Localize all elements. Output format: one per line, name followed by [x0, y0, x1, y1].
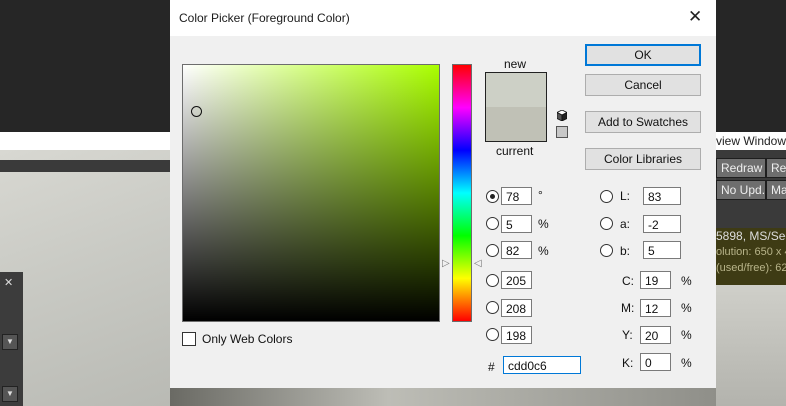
cancel-button[interactable]: Cancel [585, 74, 701, 96]
brightness-input[interactable]: 82 [501, 241, 532, 259]
render-speed-text: 5898, MS/Sec [716, 229, 786, 243]
cyan-label: C: [622, 274, 634, 288]
saturation-input[interactable]: 5 [501, 215, 532, 233]
preview-window-title: view Window [716, 134, 786, 148]
lightness-label: L: [620, 189, 631, 203]
current-color-swatch[interactable] [486, 107, 546, 141]
hex-input[interactable]: cdd0c6 [503, 356, 581, 374]
render-memory-text: (used/free): 62 [716, 262, 786, 274]
red-radio[interactable] [486, 274, 499, 287]
black-label: K: [622, 356, 634, 370]
hue-unit: ° [538, 188, 543, 202]
panel-close-icon[interactable]: ✕ [4, 276, 13, 289]
color-swatch [485, 72, 547, 142]
black-input[interactable]: 0 [640, 353, 671, 371]
gamut-cube-icon[interactable] [557, 110, 567, 121]
brightness-unit: % [538, 244, 549, 258]
lightness-input[interactable]: 83 [643, 187, 681, 205]
dialog-title: Color Picker (Foreground Color) [179, 11, 350, 25]
render-viewport-right [716, 285, 786, 406]
hue-slider[interactable] [452, 64, 472, 322]
yellow-unit: % [681, 328, 692, 342]
hex-label: # [488, 360, 495, 374]
cyan-input[interactable]: 19 [640, 271, 671, 289]
new-color-swatch [486, 73, 546, 107]
ok-button[interactable]: OK [585, 44, 701, 66]
app-menu-strip [0, 132, 170, 150]
red-input[interactable]: 205 [501, 271, 532, 289]
add-to-swatches-button[interactable]: Add to Swatches [585, 111, 701, 133]
render-viewport-left [0, 150, 170, 406]
only-web-colors-checkbox[interactable] [182, 332, 196, 346]
current-label: current [496, 144, 534, 158]
lightness-radio[interactable] [600, 190, 613, 203]
magenta-input[interactable]: 12 [640, 299, 671, 317]
a-channel-label: a: [620, 217, 631, 231]
panel-dropdown-icon[interactable]: ▼ [2, 334, 18, 350]
hue-slider-right-arrow-icon[interactable]: ◁ [474, 259, 482, 269]
render-viewport-bottom [170, 388, 716, 406]
yellow-label: Y: [622, 328, 633, 342]
a-channel-input[interactable]: -2 [643, 215, 681, 233]
dialog-client: ▷ ◁ new current OK Cancel Add to Swatche… [170, 36, 716, 388]
re-button[interactable]: Re [766, 158, 786, 178]
redraw-button[interactable]: Redraw [716, 158, 766, 178]
b-channel-input[interactable]: 5 [643, 241, 681, 259]
magenta-label: M: [621, 301, 635, 315]
green-radio[interactable] [486, 301, 499, 314]
color-picker-dialog: Color Picker (Foreground Color) ✕ ▷ ◁ ne… [170, 0, 716, 388]
only-web-colors-label[interactable]: Only Web Colors [202, 332, 292, 346]
blue-input[interactable]: 198 [501, 326, 532, 344]
magenta-unit: % [681, 301, 692, 315]
web-safe-color-icon[interactable] [556, 126, 568, 138]
mat-button[interactable]: Mat [766, 180, 786, 200]
saturation-unit: % [538, 217, 549, 231]
hue-radio[interactable] [486, 190, 499, 203]
side-panel: ✕ ▼ ▼ [0, 272, 23, 406]
render-resolution-text: olution: 650 x 4 [716, 246, 786, 258]
no-update-button[interactable]: No Upd. [716, 180, 766, 200]
hue-input[interactable]: 78 [501, 187, 532, 205]
new-label: new [504, 57, 527, 71]
color-libraries-button[interactable]: Color Libraries [585, 148, 701, 170]
panel-dropdown-icon[interactable]: ▼ [2, 386, 18, 402]
dialog-titlebar: Color Picker (Foreground Color) ✕ [170, 0, 716, 36]
blue-radio[interactable] [486, 328, 499, 341]
b-channel-radio[interactable] [600, 244, 613, 257]
green-input[interactable]: 208 [501, 299, 532, 317]
hue-slider-left-arrow-icon[interactable]: ▷ [442, 259, 450, 269]
yellow-input[interactable]: 20 [640, 326, 671, 344]
color-field[interactable] [182, 64, 440, 322]
black-unit: % [681, 356, 692, 370]
a-channel-radio[interactable] [600, 217, 613, 230]
saturation-radio[interactable] [486, 217, 499, 230]
cyan-unit: % [681, 274, 692, 288]
color-field-marker[interactable] [191, 106, 202, 117]
viewport-toolbar [0, 160, 170, 172]
brightness-radio[interactable] [486, 244, 499, 257]
render-info-panel: 5898, MS/Sec olution: 650 x 4 (used/free… [716, 228, 786, 285]
close-icon[interactable]: ✕ [688, 8, 702, 26]
b-channel-label: b: [620, 244, 631, 258]
